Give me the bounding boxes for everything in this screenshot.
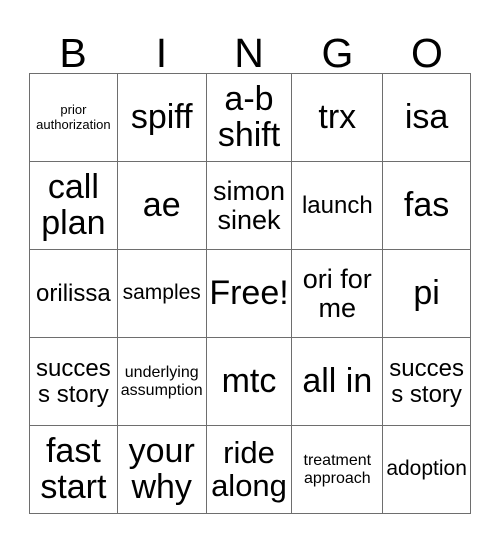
bingo-row: prior authorization spiff a-b shift trx … <box>30 74 471 162</box>
bingo-cell[interactable]: your why <box>117 426 207 514</box>
bingo-cell[interactable]: fas <box>383 162 471 250</box>
bingo-cell[interactable]: call plan <box>30 162 118 250</box>
bingo-cell-label: fas <box>403 185 450 224</box>
bingo-cell[interactable]: pi <box>383 250 471 338</box>
bingo-row: orilissa samples Free! ori for me pi <box>30 250 471 338</box>
bingo-cell[interactable]: fast start <box>30 426 118 514</box>
bingo-cell-label: call plan <box>41 168 106 242</box>
bingo-cell[interactable]: all in <box>292 338 384 426</box>
bingo-cell[interactable]: launch <box>292 162 384 250</box>
bingo-cell[interactable]: success story <box>30 338 118 426</box>
bingo-cell[interactable]: orilissa <box>30 250 118 338</box>
bingo-cell-label: mtc <box>221 361 277 400</box>
bingo-cell-label: success story <box>36 355 111 408</box>
bingo-cell[interactable]: success story <box>383 338 471 426</box>
bingo-cell[interactable]: ori for me <box>292 250 384 338</box>
bingo-cell-free-space[interactable]: Free! <box>206 250 293 338</box>
bingo-cell-label: adoption <box>386 457 467 481</box>
bingo-cell-label: samples <box>122 281 201 305</box>
bingo-cell-label: fast start <box>40 432 107 506</box>
bingo-cell[interactable]: simon sinek <box>206 162 293 250</box>
bingo-cell-label: all in <box>302 361 373 400</box>
bingo-cell[interactable]: mtc <box>206 338 293 426</box>
bingo-cell-label: prior authorization <box>36 101 111 132</box>
bingo-row: call plan ae simon sinek launch fas <box>30 162 471 250</box>
bingo-cell[interactable]: samples <box>117 250 207 338</box>
bingo-cell[interactable]: treatment approach <box>292 426 384 514</box>
bingo-header-letter-b: B <box>59 29 87 76</box>
bingo-header-row: B I N G O <box>29 14 471 73</box>
bingo-cell-label: success story <box>389 355 464 408</box>
bingo-cell[interactable]: adoption <box>383 426 471 514</box>
bingo-cell-label: isa <box>404 97 449 136</box>
bingo-cell[interactable]: spiff <box>117 74 207 162</box>
bingo-cell[interactable]: underlying assumption <box>117 338 207 426</box>
bingo-cell-label: treatment approach <box>303 451 372 487</box>
bingo-header-letter-o: O <box>411 29 443 76</box>
bingo-cell-label: trx <box>318 97 357 136</box>
bingo-cell[interactable]: ride along <box>206 426 293 514</box>
bingo-header-letter-g: G <box>321 29 354 76</box>
bingo-cell[interactable]: prior authorization <box>30 74 118 162</box>
bingo-cell[interactable]: ae <box>117 162 207 250</box>
bingo-cell[interactable]: trx <box>292 74 384 162</box>
bingo-row: fast start your why ride along treatment… <box>30 426 471 514</box>
bingo-cell-label: launch <box>301 191 373 219</box>
bingo-cell-label: underlying assumption <box>120 363 203 399</box>
bingo-cell-label: Free! <box>209 273 289 312</box>
bingo-cell-label: ride along <box>211 435 287 503</box>
bingo-cell-label: orilissa <box>36 279 111 307</box>
bingo-cell-label: ori for me <box>302 264 372 323</box>
bingo-card: B I N G O prior authorization spiff a-b … <box>29 14 471 514</box>
bingo-grid: prior authorization spiff a-b shift trx … <box>29 73 471 514</box>
bingo-header-letter-n: N <box>234 29 264 76</box>
bingo-cell-label: your why <box>128 432 195 506</box>
bingo-header-letter-i: I <box>155 29 168 76</box>
bingo-row: success story underlying assumption mtc … <box>30 338 471 426</box>
bingo-cell-label: a-b shift <box>217 80 281 154</box>
bingo-cell-label: simon sinek <box>212 176 286 235</box>
bingo-cell-label: spiff <box>130 97 193 136</box>
bingo-cell-label: ae <box>142 185 181 224</box>
bingo-cell-label: pi <box>413 273 440 312</box>
bingo-cell[interactable]: a-b shift <box>206 74 293 162</box>
bingo-cell[interactable]: isa <box>383 74 471 162</box>
